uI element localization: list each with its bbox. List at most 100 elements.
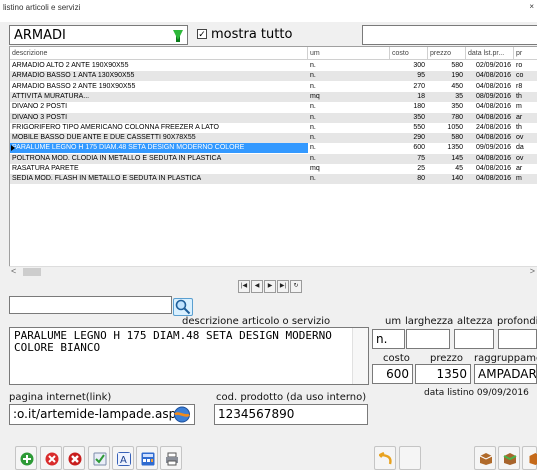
box-green-icon <box>503 453 517 465</box>
nav-last-button[interactable]: ▶| <box>277 280 289 293</box>
table-cell-1: n. <box>310 144 316 152</box>
col-header-pr[interactable]: pr <box>514 47 537 60</box>
profondita-field[interactable] <box>498 329 537 349</box>
text-button[interactable]: A <box>112 446 134 470</box>
table-row[interactable]: DIVANO 2 POSTI n. 180 350 04/08/2016 m <box>10 102 537 112</box>
scroll-left-icon[interactable]: < <box>11 266 16 276</box>
table-cell-0: POLTRONA MOD. CLODIA IN METALLO E SEDUTA… <box>12 154 222 162</box>
web-link-field[interactable]: :o.it/artemide-lampade.asp <box>9 404 195 425</box>
blank-button[interactable] <box>399 446 421 470</box>
horizontal-scrollbar[interactable]: < > <box>9 266 537 276</box>
calculator-button[interactable] <box>136 446 158 470</box>
col-header-costo[interactable]: costo <box>390 47 428 60</box>
product-code-field[interactable]: 1234567890 <box>214 404 368 425</box>
category-extra-button[interactable] <box>522 446 537 470</box>
table-row[interactable]: RASATURA PARETE mq 25 45 04/08/2016 ar <box>10 164 537 174</box>
prezzo-field[interactable]: 1350 <box>415 364 471 384</box>
table-row[interactable]: PARALUME LEGNO H 175 DIAM.48 SETA DESIGN… <box>10 143 537 154</box>
web-browser-button[interactable] <box>172 405 192 424</box>
table-cell-4: 04/08/2016 <box>475 72 511 80</box>
table-cell-4: 02/09/2016 <box>475 62 511 69</box>
print-button[interactable] <box>160 446 182 470</box>
table-cell-1: mq <box>310 165 320 172</box>
box-orange-icon <box>529 453 537 465</box>
table-row[interactable]: MOBILE BASSO DUE ANTE E DUE CASSETTI 90X… <box>10 133 537 144</box>
table-cell-4: 04/08/2016 <box>475 165 511 172</box>
description-text: PARALUME LEGNO H 175 DIAM.48 SETA DESIGN… <box>14 329 332 354</box>
table-cell-3: 190 <box>451 72 463 80</box>
top-search-input[interactable] <box>362 25 537 45</box>
table-cell-0: PARALUME LEGNO H 175 DIAM.48 SETA DESIGN… <box>10 143 308 154</box>
table-cell-1: n. <box>310 62 316 69</box>
table-cell-5: m <box>516 175 522 183</box>
table-row[interactable]: SEDIA MOD. FLASH IN METALLO E SEDUTA IN … <box>10 174 537 185</box>
table-cell-0: ARMADIO BASSO 2 ANTE 190X90X55 <box>12 82 136 90</box>
raggruppamento-field[interactable]: AMPADARI <box>474 364 537 384</box>
delete-button[interactable] <box>40 446 62 470</box>
table-cell-4: 04/08/2016 <box>475 175 511 183</box>
find-button[interactable] <box>173 298 193 316</box>
table-cell-4: 04/08/2016 <box>475 134 511 142</box>
close-button[interactable]: × <box>529 2 534 11</box>
confirm-button[interactable] <box>88 446 110 470</box>
um-field[interactable]: n. <box>372 329 405 349</box>
chevron-down-icon[interactable] <box>173 30 183 40</box>
altezza-field[interactable] <box>454 329 494 349</box>
table-cell-3: 35 <box>455 92 463 100</box>
search-input[interactable] <box>9 296 172 314</box>
table-cell-2: 25 <box>417 165 425 172</box>
larghezza-field[interactable] <box>406 329 450 349</box>
col-header-descrizione[interactable]: descrizione <box>10 47 308 60</box>
table-row[interactable]: DIVANO 3 POSTI n. 350 780 04/08/2016 ar <box>10 112 537 123</box>
table-row[interactable]: POLTRONA MOD. CLODIA IN METALLO E SEDUTA… <box>10 153 537 164</box>
checkbox-box[interactable]: ✓ <box>197 29 207 39</box>
table-row[interactable]: ARMADIO ALTO 2 ANTE 190X90X55 n. 300 580 02/… <box>10 61 537 71</box>
costo-field[interactable]: 600 <box>372 364 413 384</box>
scroll-right-icon[interactable]: > <box>530 266 535 276</box>
table-cell-0: ARMADIO ALTO 2 ANTE 190X90X55 <box>12 62 129 69</box>
nav-prev-button[interactable]: ◀ <box>251 280 263 293</box>
nav-first-button[interactable]: |◀ <box>238 280 250 293</box>
description-scrollbar[interactable] <box>352 328 368 384</box>
row-pointer-icon <box>11 145 15 152</box>
category-brown-button[interactable] <box>474 446 496 470</box>
category-value: ARMADI <box>14 28 66 43</box>
table-row[interactable]: ARMADIO BASSO 1 ANTA 130X90X55 n. 95 190 04/… <box>10 71 537 82</box>
table-cell-3: 350 <box>451 103 463 111</box>
delete-icon <box>45 452 59 466</box>
add-button[interactable] <box>15 446 37 470</box>
table-cell-2: 95 <box>417 72 425 80</box>
table-cell-5: ro <box>516 62 523 69</box>
nav-next-button[interactable]: ▶ <box>264 280 276 293</box>
table-cell-1: n. <box>310 134 316 142</box>
cancel-button[interactable] <box>63 446 85 470</box>
font-icon: A <box>117 452 131 466</box>
table-cell-0: ATTIVITÀ MURATURA... <box>12 92 90 100</box>
category-green-button[interactable] <box>498 446 520 470</box>
table-cell-5: da <box>516 144 524 152</box>
col-header-data[interactable]: data lst.pr... <box>466 47 514 60</box>
record-navigator: |◀ ◀ ▶ ▶| ↻ <box>238 280 302 293</box>
undo-button[interactable] <box>374 446 396 470</box>
undo-icon <box>379 452 392 465</box>
table-cell-5: ov <box>516 154 524 162</box>
table-row[interactable]: ATTIVITÀ MURATURA... mq 18 35 08/09/2016 th <box>10 91 537 102</box>
col-header-um[interactable]: um <box>308 47 390 60</box>
window-title: listino articoli e servizi <box>3 3 81 12</box>
table-cell-2: 300 <box>413 62 425 69</box>
category-combo[interactable]: ARMADI <box>9 25 188 45</box>
table-cell-0: MOBILE BASSO DUE ANTE E DUE CASSETTI 90X… <box>12 134 196 142</box>
items-grid[interactable]: descrizione um costo prezzo data lst.pr.… <box>9 46 537 276</box>
desc-label: descrizione articolo o servizio <box>182 316 331 327</box>
col-header-prezzo[interactable]: prezzo <box>428 47 466 60</box>
table-row[interactable]: FRIGORIFERO TIPO AMERICANO COLONNA FREEZ… <box>10 123 537 133</box>
table-cell-4: 24/08/2016 <box>475 123 511 131</box>
table-cell-4: 08/09/2016 <box>475 92 511 100</box>
printer-icon <box>166 452 178 466</box>
table-cell-5: r8 <box>516 82 523 90</box>
table-row[interactable]: ARMADIO BASSO 2 ANTE 190X90X55 n. 270 450 04… <box>10 82 537 92</box>
scroll-thumb[interactable] <box>23 268 41 276</box>
description-textarea[interactable]: PARALUME LEGNO H 175 DIAM.48 SETA DESIGN… <box>9 327 369 385</box>
nav-refresh-button[interactable]: ↻ <box>290 280 302 293</box>
table-cell-1: n. <box>310 113 316 121</box>
